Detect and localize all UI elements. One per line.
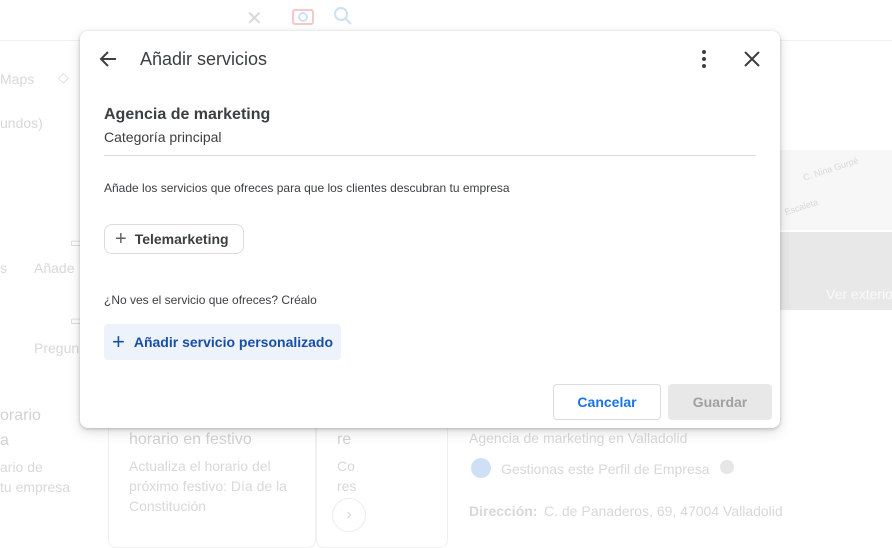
- bg-fragment-ario-de: ario de: [0, 459, 43, 475]
- category-label: Categoría principal: [104, 129, 222, 145]
- holiday-card-title: horario en festivo: [129, 431, 252, 448]
- save-button[interactable]: Guardar: [668, 384, 772, 420]
- address-value: C. de Panaderos, 69, 47004 Valladolid: [544, 503, 783, 519]
- plus-icon: +: [115, 228, 127, 250]
- business-category-text: Agencia de marketing en Valladolid: [469, 430, 688, 446]
- custom-service-hint: ¿No ves el servicio que ofreces? Créalo: [104, 293, 317, 307]
- maps-link: Maps: [0, 71, 35, 87]
- bg-fragment-a: a: [0, 432, 9, 449]
- cancel-button[interactable]: Cancelar: [553, 384, 661, 420]
- category-name: Agencia de marketing: [104, 106, 271, 123]
- bg-fragment-res: res: [337, 478, 357, 494]
- holiday-card-text-2: próximo festivo: Día de la: [129, 478, 287, 494]
- search-icon: [333, 6, 353, 29]
- tag-icon: ◇: [58, 69, 69, 85]
- bg-fragment-orario: orario: [0, 407, 41, 424]
- back-button[interactable]: [94, 45, 122, 73]
- plus-icon: +: [112, 329, 125, 354]
- bg-fragment-anade: Añade: [34, 260, 75, 276]
- map-street-label-1: C. Nina Gurpé: [801, 155, 860, 183]
- suggested-service-label: Telemarketing: [134, 231, 229, 247]
- bg-fragment-pregun: Pregun: [34, 340, 80, 356]
- map-thumbnail: C. Nina Gurpé Escaleta: [780, 150, 892, 230]
- holiday-card-text-1: Actualiza el horario del: [129, 458, 271, 474]
- address-label: Dirección:: [469, 503, 538, 519]
- holiday-card-text-3: Constitución: [129, 498, 207, 514]
- bg-fragment-s: s: [0, 260, 7, 276]
- suggested-service-chip[interactable]: + Telemarketing: [104, 224, 244, 254]
- services-description: Añade los servicios que ofreces para que…: [104, 181, 510, 195]
- managed-profile-text: Gestionas este Perfil de Empresa: [501, 461, 710, 477]
- verified-check-icon: [471, 458, 491, 478]
- map-street-label-2: Escaleta: [783, 196, 820, 218]
- clear-search-icon: ✕: [246, 8, 263, 30]
- add-services-dialog: Añadir servicios Agencia de marketing Ca…: [80, 31, 780, 428]
- carousel-next-button: ›: [332, 498, 366, 532]
- more-options-button[interactable]: [690, 45, 718, 73]
- help-icon: [720, 460, 734, 474]
- more-vert-icon: [702, 50, 706, 68]
- bg-fragment-undos: undos): [0, 115, 43, 131]
- close-icon: [744, 51, 760, 67]
- view-exterior-label: Ver exterio: [826, 286, 892, 302]
- exterior-photo: Ver exterio: [780, 232, 892, 310]
- add-custom-service-button[interactable]: + Añadir servicio personalizado: [104, 324, 342, 360]
- camera-icon: [292, 6, 314, 29]
- close-button[interactable]: [738, 45, 766, 73]
- category-divider: [104, 155, 756, 156]
- bg-fragment-re: re: [337, 431, 352, 448]
- bg-fragment-co: Co: [337, 458, 355, 474]
- dialog-title: Añadir servicios: [140, 49, 268, 69]
- arrow-back-icon: [99, 51, 116, 67]
- add-custom-service-label: Añadir servicio personalizado: [133, 334, 334, 350]
- bg-fragment-tu-empresa: tu empresa: [0, 479, 71, 495]
